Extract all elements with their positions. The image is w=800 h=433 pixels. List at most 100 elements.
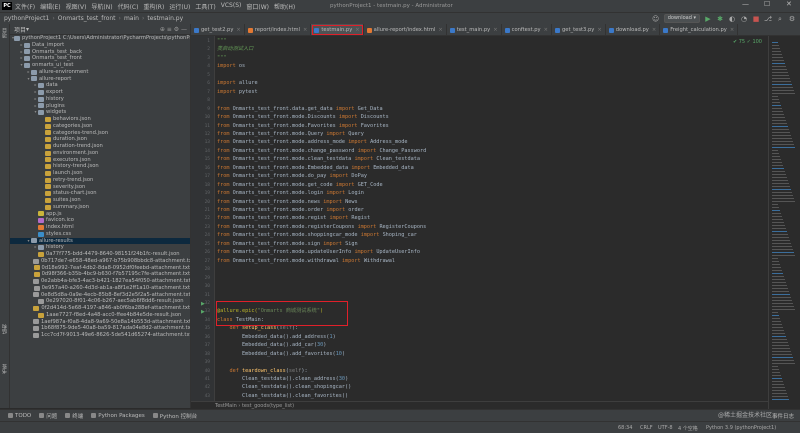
menu-item-1[interactable]: 编辑(E) [40, 2, 60, 11]
coverage-icon[interactable]: ◐ [728, 15, 736, 23]
tree-item[interactable]: status-chart.json [10, 190, 190, 197]
tree-item[interactable]: categories-trend.json [10, 130, 190, 137]
tree-item[interactable]: ▸ data [10, 82, 190, 89]
nav-crumb-subfolder[interactable]: main [124, 15, 139, 22]
tree-item[interactable]: duration-trend.json [10, 143, 190, 150]
close-window-button[interactable]: ✕ [786, 0, 792, 8]
close-tab-icon[interactable]: × [597, 27, 601, 33]
close-tab-icon[interactable]: × [652, 27, 656, 33]
indent-setting[interactable]: 4 个空格 [678, 425, 698, 432]
tree-item[interactable]: 1b68f875-9de5-40a8-ba59-817ada04e8d2-att… [10, 325, 190, 332]
menu-item-9[interactable]: 窗口(W) [246, 2, 269, 11]
code-editor[interactable]: 1 2 3 4 5 6 7 8 9 10 11 12 13 14 15 16 17 18 19 20 21 22 23 24 2… [191, 36, 768, 409]
tree-item[interactable]: environment.json [10, 150, 190, 157]
project-tool-tab[interactable]: 项目 [1, 28, 9, 38]
debug-icon[interactable]: ✱ [716, 15, 724, 23]
tree-item[interactable]: behaviors.json [10, 116, 190, 123]
editor-tab[interactable]: get_test2.py × [191, 24, 245, 35]
tree-item[interactable]: suites.json [10, 197, 190, 204]
tree-item[interactable]: 1cc7cd7f-9013-49e6-8626-5de541d65274-att… [10, 332, 190, 339]
menu-item-4[interactable]: 代码(C) [118, 2, 139, 11]
tree-item[interactable]: 1aae7727-f8ed-4a48-acc0-ffee4b84e5de-res… [10, 312, 190, 319]
tree-item[interactable]: 0a77f775-bdd-4479-8640-98151f24b1fc-resu… [10, 251, 190, 258]
editor-tab[interactable]: test_main.py × [447, 24, 502, 35]
menu-item-6[interactable]: 运行(U) [169, 2, 190, 11]
panel-options-icon[interactable]: ⊕ ≡ ⚙ — [160, 26, 187, 33]
run-icon[interactable]: ▶ [704, 15, 712, 23]
editor-tab[interactable]: Freight_calculation.py × [660, 24, 739, 35]
tree-item[interactable]: ▸ Onmarts_test_front [10, 55, 190, 62]
tree-item[interactable]: ▾ pythonProject1 C:\Users\Administrator\P… [10, 35, 190, 42]
menu-item-3[interactable]: 导航(N) [91, 2, 112, 11]
menu-item-7[interactable]: 工具(T) [195, 2, 215, 11]
bookmarks-tool-tab[interactable]: 书签 [1, 364, 9, 374]
vcs-icon[interactable]: ⎇ [764, 15, 772, 23]
tree-item[interactable]: ▾ allure-report [10, 76, 190, 83]
tree-item[interactable]: 0d18e992-7eaf-4db2-8da8-0952df0feebd-att… [10, 265, 190, 272]
tree-item[interactable]: styles.css [10, 231, 190, 238]
nav-crumb-file[interactable]: testmain.py [147, 15, 183, 22]
menu-item-10[interactable]: 帮助(H) [274, 2, 295, 11]
editor-tab[interactable]: get_test3.py × [552, 24, 606, 35]
menu-item-2[interactable]: 视图(V) [66, 2, 87, 11]
terminal-tool-button[interactable]: 终端 [65, 412, 83, 420]
todo-tool-button[interactable]: TODO [8, 413, 31, 419]
tree-item[interactable]: app.js [10, 211, 190, 218]
profile-icon[interactable]: ◔ [740, 15, 748, 23]
python-packages-tool-button[interactable]: Python Packages [91, 413, 145, 419]
tree-item[interactable]: favicon.ico [10, 217, 190, 224]
maximize-button[interactable]: ☐ [764, 0, 770, 8]
event-log-button[interactable]: 事件日志 [772, 412, 794, 420]
tree-item[interactable]: ▸ Data_import [10, 42, 190, 49]
tree-item[interactable]: summary.json [10, 204, 190, 211]
tree-item[interactable]: 0f2d414d-5e68-4197-a846-ab0f6ba288ef-att… [10, 305, 190, 312]
tree-item[interactable]: executors.json [10, 157, 190, 164]
close-tab-icon[interactable]: × [355, 27, 359, 33]
nav-crumb-project[interactable]: pythonProject1 [4, 15, 49, 22]
user-icon[interactable]: ☺ [652, 15, 660, 23]
nav-crumb-folder[interactable]: Onmarts_test_front [58, 15, 116, 22]
tree-item[interactable]: 0e2abb4a-bfe3-4ac3-b421-1827ea54f050-att… [10, 278, 190, 285]
editor-tab[interactable]: conftest.py × [502, 24, 552, 35]
file-encoding[interactable]: UTF-8 [658, 425, 673, 431]
line-separator[interactable]: CRLF [640, 425, 653, 431]
tree-item[interactable]: index.html [10, 224, 190, 231]
tree-item[interactable]: categories.json [10, 123, 190, 130]
tree-item[interactable]: ▸ allure-environment [10, 69, 190, 76]
tree-item[interactable]: 1aef987a-f0a8-4da8-9a69-50e8a14b553d-att… [10, 319, 190, 326]
tree-item[interactable]: ▸ Onmarts_test_back [10, 49, 190, 56]
tree-item[interactable]: duration.json [10, 136, 190, 143]
tree-item[interactable]: history-trend.json [10, 163, 190, 170]
caret-position[interactable]: 68:34 [618, 425, 632, 431]
structure-tool-tab[interactable]: 结构 [1, 324, 9, 334]
run-class-gutter-icon[interactable]: ▶ [201, 309, 205, 315]
run-config-select[interactable]: download ▾ [663, 14, 700, 23]
tree-item[interactable]: ▾ allure-results [10, 237, 190, 245]
close-tab-icon[interactable]: × [236, 27, 240, 33]
close-tab-icon[interactable]: × [730, 27, 734, 33]
python-console-tool-button[interactable]: Python 控制台 [152, 412, 197, 420]
editor-breadcrumb[interactable]: TestMain › test_goods(type_list) [191, 401, 768, 409]
tree-item[interactable]: launch.json [10, 170, 190, 177]
interpreter-setting[interactable]: Python 3.9 (pythonProject1) [706, 425, 776, 431]
problems-tool-button[interactable]: 问题 [39, 412, 57, 420]
tree-item[interactable]: 0e957a40-a260-4d3d-ab1a-a8f1e2ff1a10-att… [10, 285, 190, 292]
tree-item[interactable]: ▸ history [10, 96, 190, 103]
menu-item-8[interactable]: VCS(S) [221, 2, 242, 11]
editor-tab[interactable]: testmain.py × [311, 24, 364, 35]
close-tab-icon[interactable]: × [493, 27, 497, 33]
tree-item[interactable]: 0d98f366-b35b-4bc9-b630-f7b57195c7fe-att… [10, 271, 190, 278]
editor-tab[interactable]: allure-report/index.html × [364, 24, 447, 35]
settings-icon[interactable]: ⚙ [788, 15, 796, 23]
run-gutter-icon[interactable]: ▶ [201, 301, 205, 307]
close-tab-icon[interactable]: × [303, 27, 307, 33]
tree-item[interactable]: 0b717de7-e658-48ed-a967-b75b908bbdc8-att… [10, 258, 190, 265]
close-tab-icon[interactable]: × [438, 27, 442, 33]
minimize-button[interactable]: — [742, 0, 749, 8]
tree-item[interactable]: severity.json [10, 184, 190, 191]
menu-item-5[interactable]: 重构(R) [143, 2, 164, 11]
close-tab-icon[interactable]: × [544, 27, 548, 33]
editor-tab[interactable]: report/index.html × [245, 24, 312, 35]
inspection-widget[interactable]: ✔ 75 ✓ 100 [733, 39, 762, 45]
tree-item[interactable]: 0e8d5d8a-0a9e-4ecb-85b8-8ef3d2e5f2a5-att… [10, 292, 190, 299]
